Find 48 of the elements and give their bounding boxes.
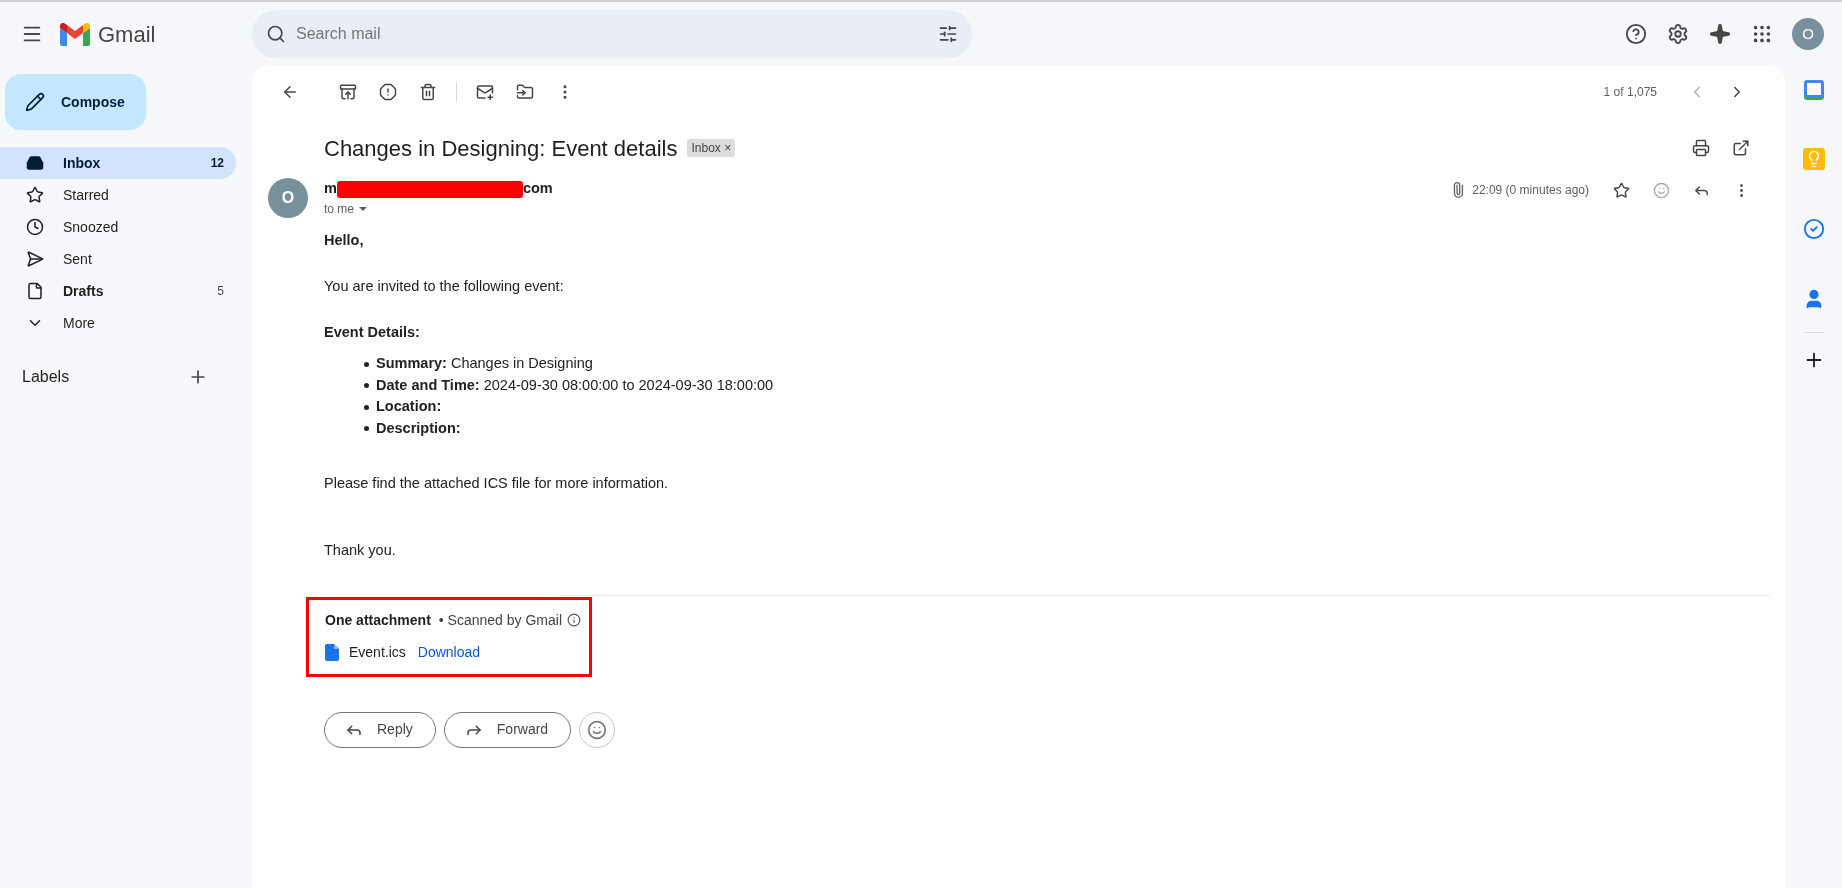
download-link[interactable]: Download: [417, 641, 481, 663]
body-text: Event Details:: [324, 322, 421, 342]
search-icon: [266, 24, 286, 44]
pager-count: 1 of 1,075: [1603, 84, 1657, 101]
smiley-icon: [587, 719, 608, 740]
info-icon[interactable]: [567, 613, 581, 628]
list-item-text: Date and Time: 2024-09-30 08:00:00 to 2024-09-30 18:00:00: [376, 375, 774, 395]
message-time: 22:09 (0 minutes ago): [1472, 182, 1589, 199]
search-field[interactable]: Search mail: [296, 22, 928, 46]
sender-address-end: com: [522, 179, 553, 199]
inbox-tray-icon: [26, 154, 44, 172]
body-text: Thank you.: [324, 541, 397, 560]
nav-item[interactable]: More: [0, 307, 236, 339]
attachment-count: One attachment: [325, 610, 431, 630]
recipient-dropdown[interactable]: to me: [324, 200, 370, 218]
body-text: You are invited to the following event:: [324, 276, 565, 296]
nav-item[interactable]: Snoozed: [0, 211, 236, 243]
search-bar[interactable]: Search mail: [252, 10, 972, 58]
nav-item[interactable]: Inbox 12: [0, 147, 236, 179]
email-subject: Changes in Designing: Event details: [324, 134, 678, 163]
list-item-text: Summary: Changes in Designing: [376, 354, 593, 374]
clock-icon: [26, 218, 44, 236]
list-item-text: Location:: [376, 397, 442, 417]
nav-item[interactable]: Sent: [0, 243, 236, 275]
app-name: Gmail: [98, 20, 156, 49]
body-text: Please find the attached ICS file for more information.: [324, 474, 670, 494]
compose-button[interactable]: Compose: [5, 74, 146, 130]
list-item-text: Description:: [376, 418, 461, 438]
file-icon: [26, 282, 44, 300]
bullet-icon: [364, 426, 369, 431]
tasks-icon[interactable]: [1802, 218, 1825, 240]
pencil-icon: [25, 92, 45, 112]
send-icon: [26, 250, 44, 268]
bullet-icon: [364, 361, 369, 367]
gmail-logo-icon: [60, 22, 90, 46]
bullet-icon: [364, 383, 369, 388]
bullet-icon: [364, 404, 369, 410]
labels-heading: Labels: [22, 367, 71, 387]
file-name: Event.ics: [349, 642, 406, 662]
nav-item[interactable]: Starred: [0, 179, 236, 211]
nav-item[interactable]: Drafts 5: [0, 275, 236, 307]
sender-address-start: m: [324, 179, 337, 199]
file-icon: [325, 643, 339, 661]
scan-note: • Scanned by Gmail: [438, 610, 562, 630]
sender-avatar: O: [268, 178, 308, 218]
body-text: Hello,: [324, 231, 365, 250]
star-icon: [26, 186, 44, 204]
inbox-chip[interactable]: Inbox ×: [687, 139, 736, 157]
